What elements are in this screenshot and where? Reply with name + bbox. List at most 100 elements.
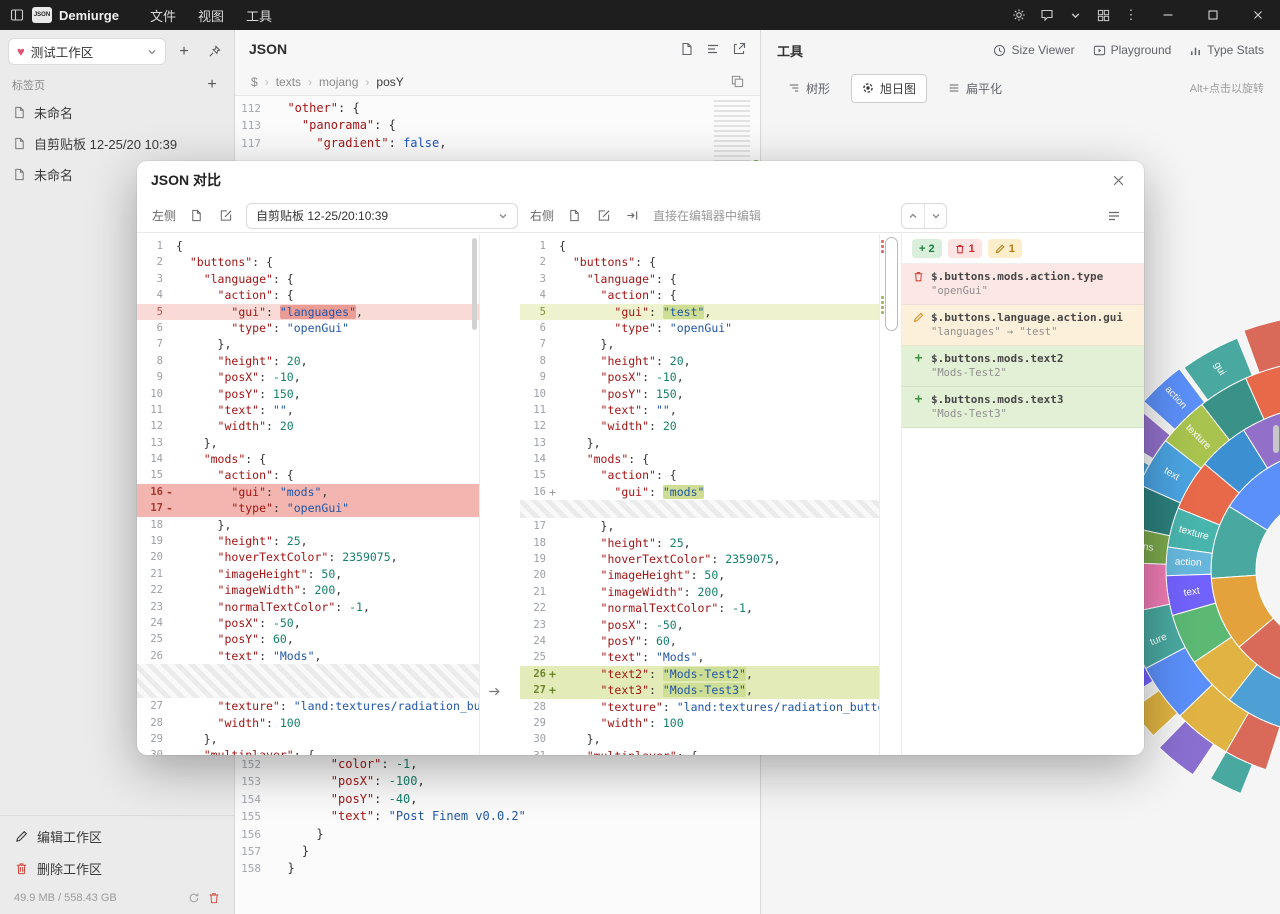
diff-sign — [546, 336, 559, 352]
change-list-view-icon[interactable] — [1102, 204, 1126, 228]
left-file-icon[interactable] — [184, 204, 208, 228]
diff-sign — [546, 369, 559, 385]
edit-workspace-button[interactable]: 编辑工作区 — [0, 820, 234, 852]
minimize-button[interactable] — [1145, 0, 1190, 30]
app-window-icon — [10, 8, 24, 22]
prev-diff-icon[interactable] — [902, 204, 924, 228]
line-number: 14 — [137, 451, 163, 467]
breadcrumb-separator-icon: › — [365, 75, 369, 89]
right-file-icon[interactable] — [562, 204, 586, 228]
diff-change-item[interactable]: +$.buttons.mods.text3"Mods-Test3" — [902, 387, 1144, 428]
overview-scrollbar-thumb[interactable] — [885, 237, 898, 331]
line-number: 6 — [137, 320, 163, 336]
diff-sign — [546, 567, 559, 583]
line-number: 8 — [137, 353, 163, 369]
tab-list-item[interactable]: 未命名 — [0, 97, 234, 128]
export-icon[interactable] — [732, 42, 746, 56]
delete-workspace-button[interactable]: 删除工作区 — [0, 852, 234, 884]
playground-button[interactable]: Playground — [1093, 43, 1172, 57]
diff-sign — [163, 418, 176, 434]
overview-mark — [881, 245, 884, 248]
left-scrollbar[interactable] — [472, 238, 477, 330]
tab-tree-view[interactable]: 树形 — [777, 74, 841, 103]
chevron-down-icon[interactable] — [1061, 0, 1089, 30]
line-number: 16 — [520, 484, 546, 500]
tab-flatten-view[interactable]: 扁平化 — [937, 74, 1013, 103]
panel-scrollbar[interactable] — [1273, 425, 1279, 453]
line-number: 27 — [137, 698, 163, 714]
sunburst-arc[interactable] — [1244, 320, 1280, 373]
type-stats-button[interactable]: Type Stats — [1189, 43, 1264, 57]
document-icon — [13, 137, 26, 150]
breadcrumb-item[interactable]: $ — [251, 75, 258, 89]
line-number: 21 — [520, 584, 546, 600]
diff-editor-left[interactable]: 1{2 "buttons": {3 "language": {4 "action… — [137, 234, 480, 755]
new-document-icon[interactable] — [680, 42, 694, 56]
breadcrumb-item[interactable]: texts — [276, 75, 301, 89]
diff-code-line: 1{ — [520, 238, 879, 254]
heart-icon: ♥ — [17, 44, 25, 59]
diff-overview-ruler[interactable] — [880, 234, 902, 755]
import-icon[interactable] — [620, 204, 644, 228]
diff-code-line: 19 "hoverTextColor": 2359075, — [520, 551, 879, 567]
copy-path-icon[interactable] — [731, 75, 744, 88]
diff-code-line: 24 "posY": 60, — [520, 633, 879, 649]
diff-sign: - — [163, 500, 176, 516]
pin-icon[interactable] — [202, 40, 226, 64]
diff-sign — [163, 731, 176, 747]
format-icon[interactable] — [706, 42, 720, 56]
tab-sunburst-view[interactable]: 旭日图 — [851, 74, 927, 103]
dialog-toolbar: 左侧 自剪贴板 12-25/20:10:39 右侧 直接在编辑器中编辑 — [137, 199, 1144, 233]
diff-change-item[interactable]: $.buttons.language.action.gui"languages"… — [902, 305, 1144, 346]
tab-label: 自剪贴板 12-25/20 10:39 — [34, 134, 177, 153]
diff-editor-right[interactable]: 1{2 "buttons": {3 "language": {4 "action… — [520, 234, 880, 755]
extensions-icon[interactable] — [1089, 0, 1117, 30]
diff-sign — [163, 386, 176, 402]
workspace-selector[interactable]: ♥ 测试工作区 — [8, 38, 166, 65]
line-number: 28 — [137, 715, 163, 731]
diff-code-line: 30 "multiplayer": { — [137, 747, 479, 755]
feedback-bubble-icon[interactable] — [1033, 0, 1061, 30]
change-value: "Mods-Test2" — [931, 367, 1134, 379]
menu-item[interactable]: 文件 — [139, 2, 187, 29]
diff-code-line: 18 }, — [137, 517, 479, 533]
trash-icon[interactable] — [208, 892, 220, 904]
refresh-icon[interactable] — [188, 892, 200, 904]
breadcrumb-separator-icon: › — [308, 75, 312, 89]
change-value: "languages" → "test" — [931, 326, 1134, 338]
diff-change-item[interactable]: +$.buttons.mods.text2"Mods-Test2" — [902, 346, 1144, 387]
modified-icon — [912, 312, 925, 323]
sidebar-footer: 编辑工作区 删除工作区 49.9 MB / 558.43 GB — [0, 815, 234, 914]
left-source-select[interactable]: 自剪贴板 12-25/20:10:39 — [246, 203, 518, 229]
close-button[interactable] — [1235, 0, 1280, 30]
diff-sign — [163, 599, 176, 615]
menu-item[interactable]: 视图 — [187, 2, 235, 29]
maximize-button[interactable] — [1190, 0, 1235, 30]
type-stats-icon — [1189, 44, 1202, 57]
next-diff-icon[interactable] — [924, 204, 946, 228]
add-workspace-button[interactable]: + — [172, 40, 196, 64]
tab-list-item[interactable]: 自剪贴板 12-25/20 10:39 — [0, 128, 234, 159]
size-viewer-button[interactable]: Size Viewer — [993, 43, 1074, 57]
left-edit-icon[interactable] — [213, 204, 237, 228]
add-tab-button[interactable]: + — [202, 75, 222, 95]
more-menu-icon[interactable]: ⋮ — [1117, 0, 1145, 30]
menu-item[interactable]: 工具 — [235, 2, 283, 29]
diff-sign — [163, 238, 176, 254]
line-number: 7 — [520, 336, 546, 352]
line-number: 15 — [520, 467, 546, 483]
breadcrumb-item[interactable]: posY — [376, 75, 403, 89]
diff-sign — [546, 551, 559, 567]
diff-code-line: 24 "posX": -50, — [137, 615, 479, 631]
line-number: 26 — [520, 666, 546, 682]
apply-change-arrow-icon[interactable] — [487, 684, 502, 699]
breadcrumb-item[interactable]: mojang — [319, 75, 358, 89]
modified-count-badge: 1 — [988, 239, 1022, 258]
settings-gear-icon[interactable] — [1005, 0, 1033, 30]
diff-code-line: 3 "language": { — [520, 271, 879, 287]
diff-sign — [546, 699, 559, 715]
diff-code-line: 1{ — [137, 238, 479, 254]
right-edit-icon[interactable] — [591, 204, 615, 228]
diff-change-item[interactable]: $.buttons.mods.action.type"openGui" — [902, 264, 1144, 305]
close-icon[interactable] — [1106, 168, 1130, 192]
